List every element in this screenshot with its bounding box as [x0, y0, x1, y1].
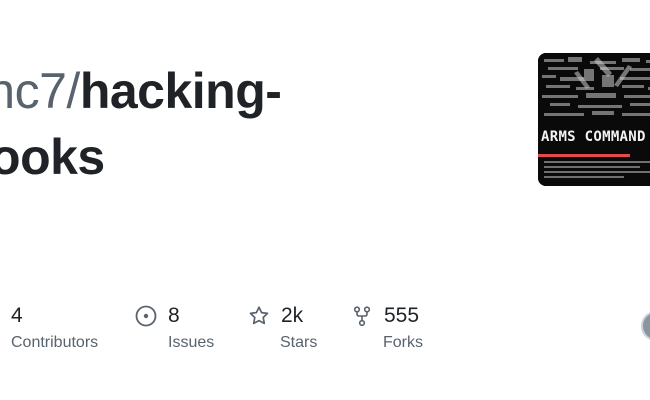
issue-opened-icon: [135, 305, 157, 327]
stat-issues[interactable]: 8 Issues: [135, 302, 214, 352]
stars-label: Stars: [280, 334, 318, 351]
stat-contributors-row: 4: [11, 302, 98, 330]
forks-label: Forks: [383, 334, 423, 351]
forks-count: 555: [384, 304, 420, 327]
repo-name-line-1: hacking-: [79, 63, 282, 119]
stars-count: 2k: [281, 304, 304, 327]
stat-stars-row: 2k: [248, 302, 317, 330]
contributors-label: Contributors: [11, 334, 99, 351]
repo-social-card: anc7/hacking-books: [0, 0, 650, 400]
stat-forks[interactable]: 555 Forks: [351, 302, 423, 352]
contributors-count: 4: [11, 304, 23, 327]
issues-label: Issues: [168, 334, 215, 351]
repo-owner[interactable]: anc7/: [0, 63, 80, 119]
stat-issues-row: 8: [135, 302, 214, 330]
preview-banner-text: ARMS COMMAND: [541, 129, 646, 145]
repo-name-line-2: books: [0, 129, 105, 185]
repo-preview-image: ARMS COMMAND: [538, 53, 650, 186]
stat-contributors[interactable]: 4 Contributors: [11, 302, 98, 352]
issues-count: 8: [168, 304, 180, 327]
repo-stats: 4 Contributors 8 Issues 2k Stars 555 For…: [0, 302, 650, 362]
preview-art: [538, 53, 650, 186]
stat-stars[interactable]: 2k Stars: [248, 302, 317, 352]
stat-forks-row: 555: [351, 302, 423, 330]
repo-forked-icon: [351, 305, 373, 327]
repo-title[interactable]: anc7/hacking-books: [0, 58, 282, 190]
star-icon: [248, 305, 270, 327]
